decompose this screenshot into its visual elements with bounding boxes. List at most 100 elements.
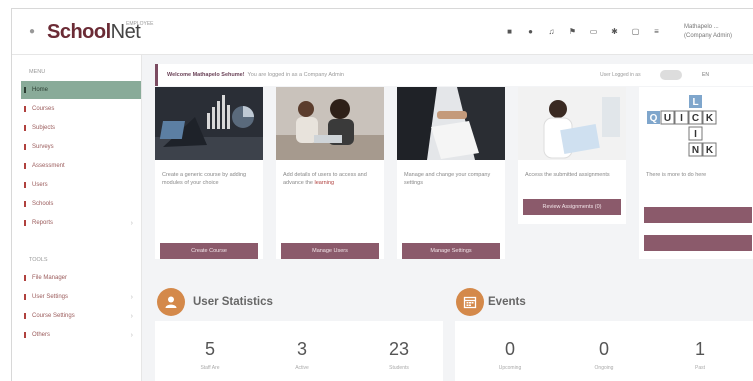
login-as-label: User Logged in as bbox=[600, 72, 641, 78]
stat-value: 1 bbox=[694, 339, 705, 359]
stat-value: 0 bbox=[504, 339, 515, 359]
user-settings-icon bbox=[24, 294, 26, 300]
sidebar-item-file-manager[interactable]: File Manager bbox=[21, 269, 141, 287]
sidebar-item-label: Users bbox=[32, 182, 48, 188]
card-description: There is more to do here bbox=[646, 172, 707, 178]
user-statistics-header: User Statistics bbox=[157, 288, 273, 316]
calendar-icon[interactable]: ▭ bbox=[589, 27, 598, 36]
card-review-assignments: Access the submitted assignments Review … bbox=[518, 87, 626, 224]
stat-value: 23 bbox=[388, 339, 410, 359]
card-description: Add details of users to access and advan… bbox=[283, 171, 379, 187]
sidebar-item-label: User Settings bbox=[32, 294, 69, 300]
login-as-toggle[interactable] bbox=[660, 70, 682, 80]
reports-icon bbox=[24, 220, 26, 226]
sidebar-item-user-settings[interactable]: User Settings › bbox=[21, 288, 141, 306]
people-working-image bbox=[276, 87, 384, 160]
sidebar-item-label: Others bbox=[32, 332, 51, 338]
stat-value: 0 bbox=[598, 339, 609, 359]
user-menu[interactable]: Mathapelo ... (Company Admin) bbox=[684, 23, 732, 41]
card-description: Create a generic course by adding module… bbox=[162, 172, 247, 186]
stat-label: Staff Are bbox=[200, 365, 220, 371]
user-statistics-title: User Statistics bbox=[193, 296, 273, 308]
sidebar-item-course-settings[interactable]: Course Settings › bbox=[21, 307, 141, 325]
create-course-button[interactable]: Create Course bbox=[160, 243, 258, 259]
sidebar-menu-heading: MENU bbox=[29, 69, 46, 75]
assessment-icon bbox=[24, 163, 26, 169]
flag-icon[interactable]: ⚑ bbox=[568, 27, 577, 36]
tile-k: K bbox=[706, 113, 714, 124]
tile-q: Q bbox=[650, 113, 658, 124]
tile-k2: K bbox=[706, 145, 714, 156]
app-window: ● SchoolNet EMPLOYEE ■ ● ♫ ⚑ ▭ ✱ ▢ ≡ Mat… bbox=[11, 8, 753, 381]
user-icon bbox=[157, 288, 185, 316]
sidebar-item-label: Subjects bbox=[32, 125, 56, 131]
tile-i: I bbox=[680, 113, 683, 124]
chevron-right-icon: › bbox=[130, 312, 133, 320]
sidebar-item-reports[interactable]: Reports › bbox=[21, 214, 141, 232]
card-quick-link: Q U I C K L I N K There is more to do he… bbox=[639, 87, 753, 259]
laptop-chart-image bbox=[155, 87, 263, 160]
sidebar-item-subjects[interactable]: Subjects bbox=[21, 119, 141, 137]
sidebar-item-home[interactable]: Home bbox=[21, 81, 141, 99]
sidebar-tools-heading: TOOLS bbox=[29, 257, 48, 263]
logo-part1: School bbox=[47, 21, 111, 43]
stat-label: Past bbox=[694, 365, 705, 371]
review-assignments-button[interactable]: Review Assignments (0) bbox=[523, 199, 621, 215]
logo-superscript: EMPLOYEE bbox=[126, 21, 154, 27]
surveys-icon bbox=[24, 144, 26, 150]
chat-icon[interactable]: ■ bbox=[505, 27, 514, 36]
sidebar-item-surveys[interactable]: Surveys bbox=[21, 138, 141, 156]
file-icon bbox=[24, 275, 26, 281]
monitor-icon[interactable]: ▢ bbox=[631, 27, 640, 36]
sidebar-item-assessment[interactable]: Assessment bbox=[21, 157, 141, 175]
chevron-right-icon: › bbox=[130, 331, 133, 339]
language-selector[interactable]: EN bbox=[702, 72, 709, 78]
welcome-greeting: Welcome Mathapelo Sehume! bbox=[167, 72, 245, 78]
top-bar: ● SchoolNet EMPLOYEE ■ ● ♫ ⚑ ▭ ✱ ▢ ≡ Mat… bbox=[12, 9, 753, 55]
sidebar-item-others[interactable]: Others › bbox=[21, 326, 141, 344]
sidebar-item-users[interactable]: Users bbox=[21, 176, 141, 194]
events-title: Events bbox=[488, 296, 526, 308]
course-settings-icon bbox=[24, 313, 26, 319]
bell-icon[interactable]: ♫ bbox=[547, 27, 556, 36]
sidebar-item-label: Course Settings bbox=[32, 313, 75, 319]
learning-link[interactable]: learning bbox=[315, 180, 335, 186]
business-handshake-image bbox=[397, 87, 505, 160]
tile-i2: I bbox=[694, 129, 697, 140]
toolbar-icons: ■ ● ♫ ⚑ ▭ ✱ ▢ ≡ bbox=[505, 27, 661, 36]
events-header: Events bbox=[456, 288, 526, 316]
courses-icon bbox=[24, 106, 26, 112]
sidebar-item-label: Reports bbox=[32, 220, 54, 226]
schools-icon bbox=[24, 201, 26, 207]
stat-label: Upcoming bbox=[498, 365, 522, 371]
welcome-role: You are logged in as a Company Admin bbox=[247, 72, 344, 78]
tile-l: L bbox=[692, 97, 698, 108]
calendar-icon bbox=[456, 288, 484, 316]
stat-label: Active bbox=[295, 365, 309, 371]
sidebar-item-schools[interactable]: Schools bbox=[21, 195, 141, 213]
help-icon[interactable]: ● bbox=[526, 27, 535, 36]
manage-settings-button[interactable]: Manage Settings bbox=[402, 243, 500, 259]
subjects-icon bbox=[24, 125, 26, 131]
chevron-right-icon: › bbox=[130, 219, 133, 227]
stat-value: 3 bbox=[296, 339, 307, 359]
chevron-right-icon: › bbox=[130, 293, 133, 301]
card-manage-users: Add details of users to access and advan… bbox=[276, 87, 384, 259]
sidebar-item-label: Schools bbox=[32, 201, 54, 207]
sidebar-item-label: File Manager bbox=[32, 275, 68, 281]
menu-icon[interactable]: ≡ bbox=[652, 27, 661, 36]
home-icon bbox=[24, 87, 26, 93]
card-create-course: Create a generic course by adding module… bbox=[155, 87, 263, 259]
welcome-bar: Welcome Mathapelo Sehume! You are logged… bbox=[155, 64, 753, 86]
others-icon bbox=[24, 332, 26, 338]
manage-users-button[interactable]: Manage Users bbox=[281, 243, 379, 259]
card-manage-settings: Manage and change your company settings … bbox=[397, 87, 505, 259]
user-name: Mathapelo ... bbox=[684, 24, 719, 30]
menu-toggle-icon[interactable]: ● bbox=[29, 26, 35, 37]
settings-icon[interactable]: ✱ bbox=[610, 27, 619, 36]
quick-link-image: Q U I C K L I N K bbox=[639, 87, 753, 160]
card-description: Manage and change your company settings bbox=[404, 172, 491, 186]
quick-link-button-2[interactable] bbox=[644, 235, 752, 251]
quick-link-button[interactable] bbox=[644, 207, 752, 223]
sidebar-item-courses[interactable]: Courses bbox=[21, 100, 141, 118]
